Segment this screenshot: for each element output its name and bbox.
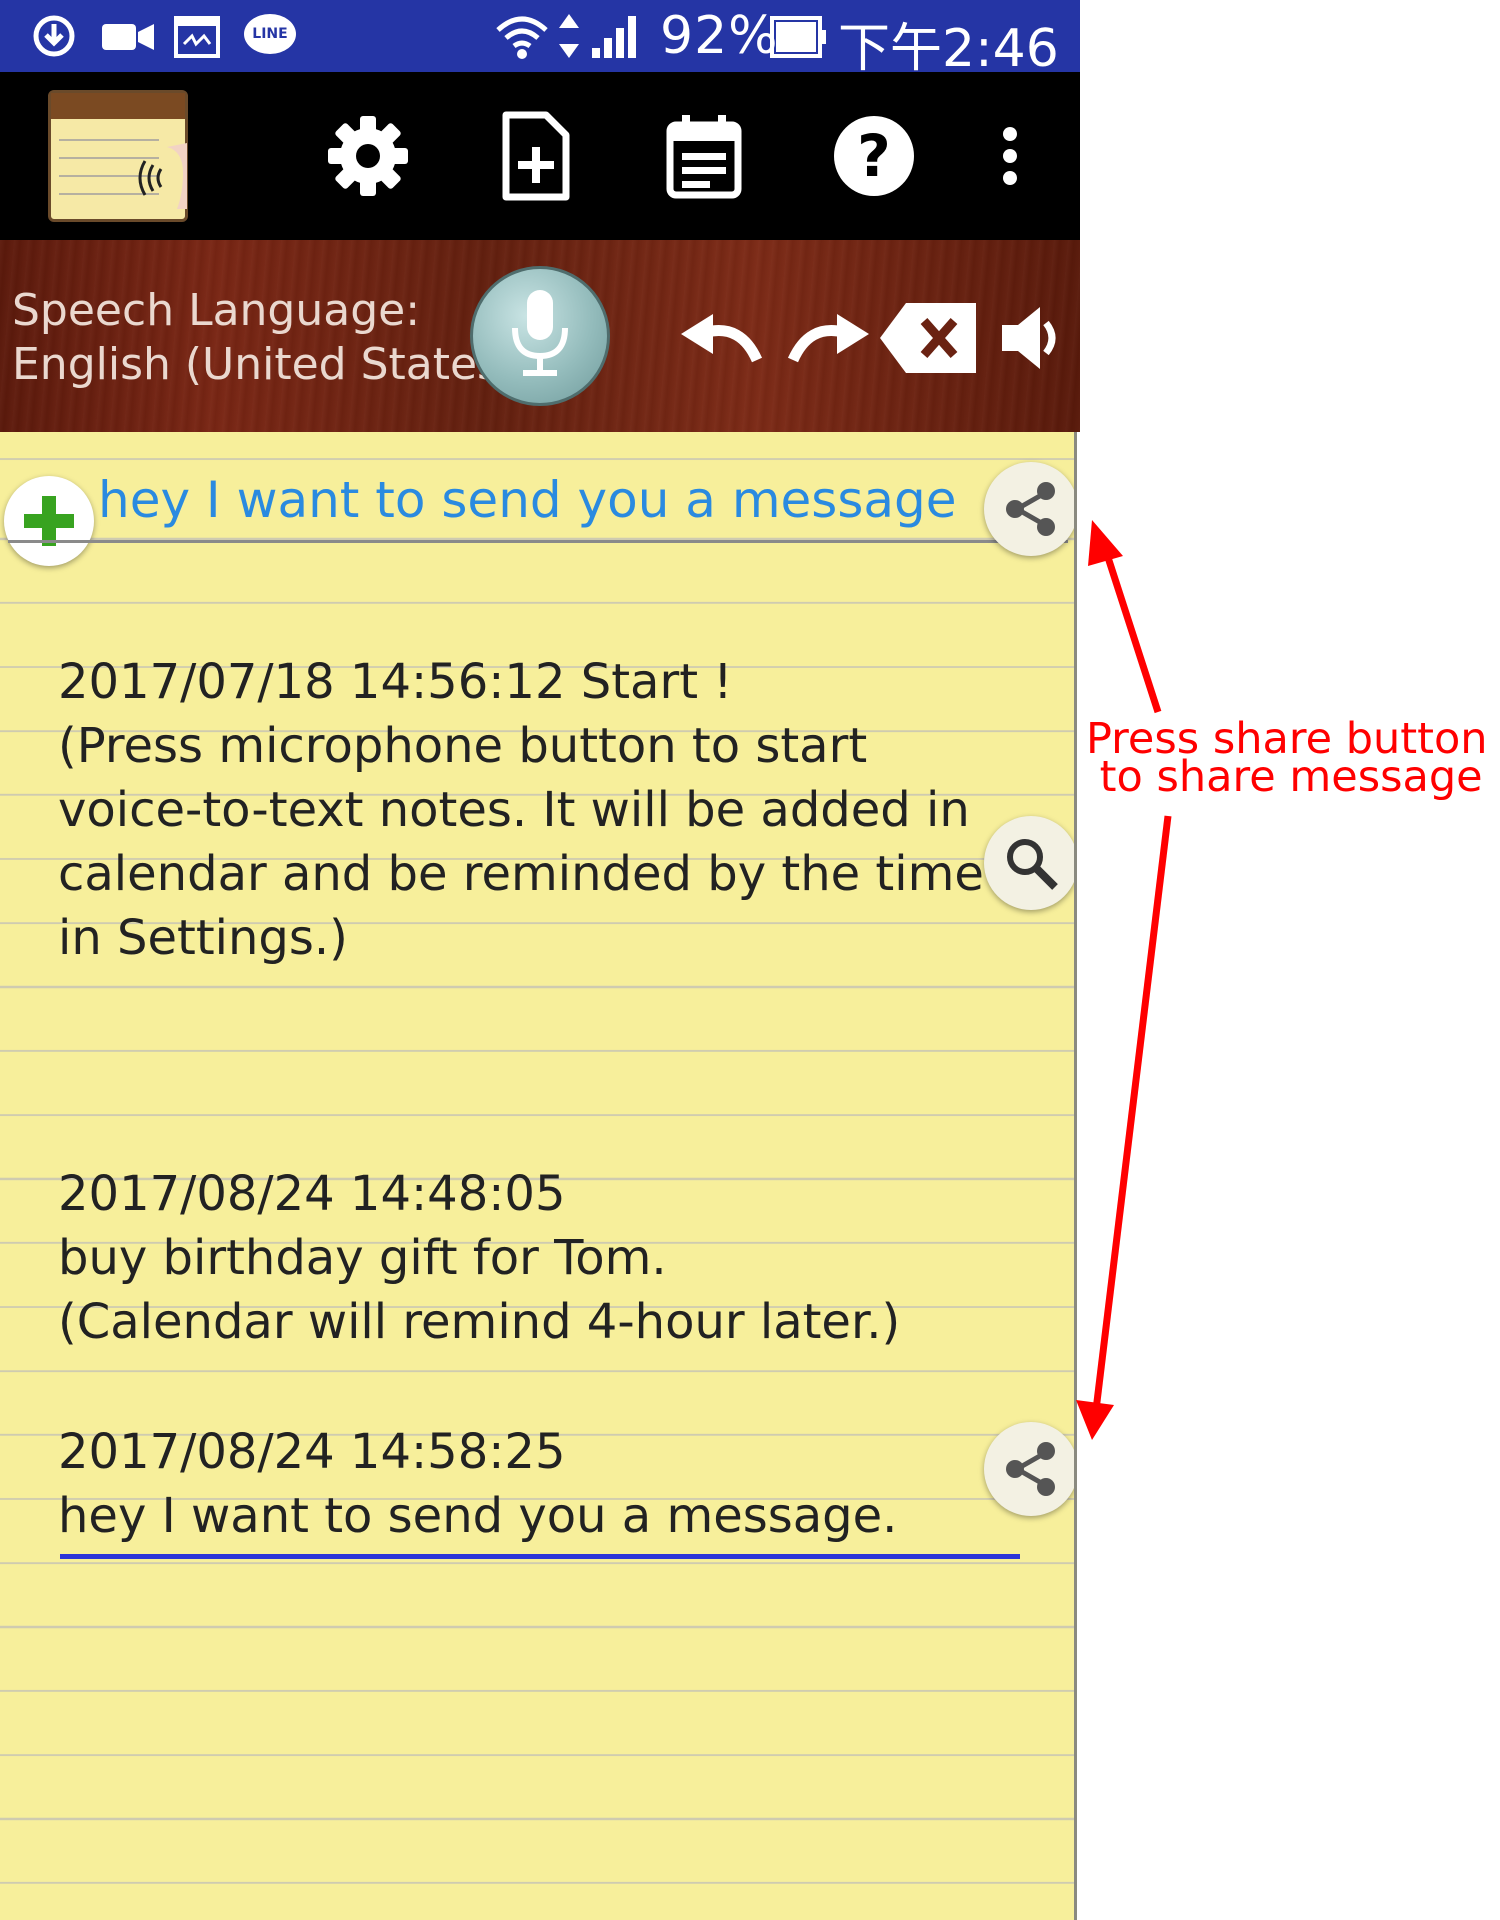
overflow-menu-button[interactable] xyxy=(962,108,1058,204)
battery-percentage: 92% xyxy=(660,6,779,66)
note-entry[interactable]: 2017/07/18 14:56:12 Start ! (Press micro… xyxy=(58,650,984,970)
calendar-notification-icon xyxy=(170,10,224,67)
battery-icon xyxy=(768,10,830,67)
clear-button[interactable] xyxy=(876,296,980,380)
speak-button[interactable] xyxy=(994,296,1064,380)
app-logo xyxy=(48,90,188,222)
search-button[interactable] xyxy=(984,816,1074,910)
speaker-icon xyxy=(1002,307,1056,369)
clock: 下午2:46 xyxy=(838,19,1059,79)
undo-button[interactable] xyxy=(674,296,770,380)
logo-spiral-binding xyxy=(51,93,185,119)
search-icon xyxy=(1007,839,1058,890)
app-toolbar: ? xyxy=(0,72,1080,240)
note-entry[interactable]: 2017/08/24 14:48:05 buy birthday gift fo… xyxy=(58,1162,900,1354)
speech-bar: Speech Language: English (United States) xyxy=(0,240,1080,432)
more-vert-icon xyxy=(1003,127,1017,185)
selected-note-underline xyxy=(60,1554,1020,1559)
redo-icon xyxy=(787,314,869,363)
microphone-button[interactable] xyxy=(470,266,610,406)
share-note-button[interactable] xyxy=(984,1422,1074,1516)
redo-button[interactable] xyxy=(780,296,876,380)
new-document-icon xyxy=(502,111,570,201)
annotation-text: Press share button to share message xyxy=(1086,714,1488,802)
share-icon xyxy=(1006,482,1055,536)
note-entry-selected[interactable]: 2017/08/24 14:58:25 hey I want to send y… xyxy=(58,1420,897,1548)
download-icon xyxy=(28,10,80,67)
backspace-icon xyxy=(880,303,976,373)
help-button[interactable]: ? xyxy=(826,108,922,204)
line-app-icon: LINE xyxy=(244,14,296,54)
svg-text:?: ? xyxy=(857,122,891,190)
data-transfer-icon xyxy=(556,10,582,67)
logo-line xyxy=(59,139,159,141)
video-icon xyxy=(100,10,156,67)
speaking-face-icon xyxy=(138,143,187,209)
share-button[interactable] xyxy=(984,462,1074,556)
gear-icon xyxy=(328,116,408,196)
microphone-icon xyxy=(512,290,568,376)
notes-area[interactable]: 2017/07/18 14:56:12 Start ! (Press micro… xyxy=(0,432,1077,1920)
undo-icon xyxy=(681,314,763,363)
input-underline xyxy=(8,540,1068,543)
speech-language-label[interactable]: Speech Language: English (United States) xyxy=(12,284,517,392)
wifi-icon xyxy=(494,10,550,67)
status-bar: LINE 92% 下午2:46 xyxy=(0,0,1080,79)
arrow-to-note-share xyxy=(1076,815,1172,1440)
help-icon: ? xyxy=(834,116,914,196)
calendar-icon xyxy=(666,115,742,199)
share-icon xyxy=(1006,1442,1055,1496)
new-note-button[interactable] xyxy=(488,108,584,204)
add-note-button[interactable] xyxy=(4,476,94,566)
signal-icon xyxy=(590,10,642,67)
calendar-button[interactable] xyxy=(656,108,752,204)
message-input[interactable] xyxy=(98,470,968,530)
message-input-row xyxy=(0,432,1074,566)
arrow-to-top-share xyxy=(1088,520,1162,714)
settings-button[interactable] xyxy=(320,108,416,204)
